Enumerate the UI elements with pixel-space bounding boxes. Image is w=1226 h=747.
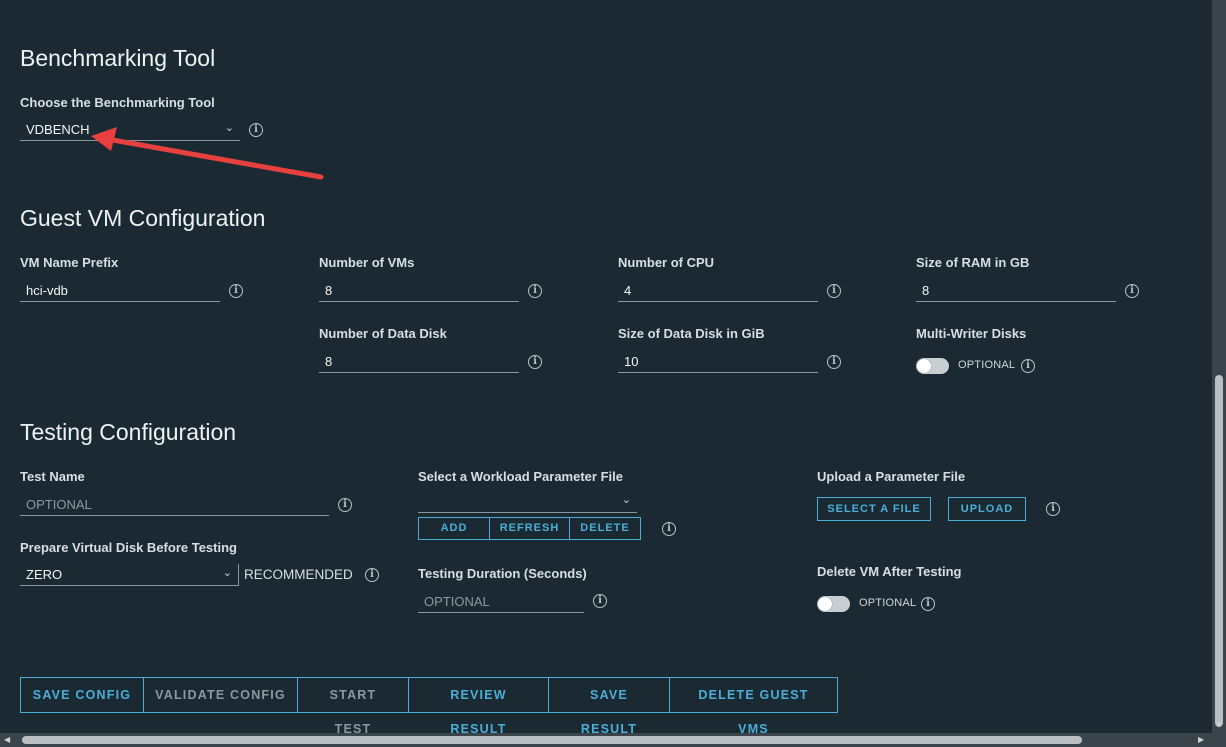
delete-vm-toggle[interactable] bbox=[817, 596, 850, 612]
info-icon[interactable]: i bbox=[593, 594, 607, 608]
review-result-button[interactable]: REVIEW RESULT bbox=[409, 678, 549, 736]
benchmark-tool-value: VDBENCH bbox=[26, 122, 90, 137]
info-icon[interactable]: i bbox=[921, 597, 935, 611]
prepare-disk-value: ZERO bbox=[26, 567, 63, 582]
info-icon[interactable]: i bbox=[1021, 359, 1035, 373]
vm-name-prefix-input[interactable]: hci-vdb bbox=[20, 280, 220, 302]
info-icon[interactable]: i bbox=[365, 568, 379, 582]
upload-button[interactable]: UPLOAD bbox=[948, 497, 1026, 521]
workload-file-select[interactable]: ⌄ bbox=[418, 491, 637, 513]
test-name-label: Test Name bbox=[20, 469, 85, 484]
delete-guest-vms-button[interactable]: DELETE GUEST VMS bbox=[670, 678, 837, 736]
duration-label: Testing Duration (Seconds) bbox=[418, 566, 587, 581]
test-name-input[interactable]: OPTIONAL bbox=[20, 494, 329, 516]
info-icon[interactable]: i bbox=[827, 284, 841, 298]
toggle-knob bbox=[818, 597, 832, 611]
prepare-disk-select[interactable]: ZERO ⌄ bbox=[20, 564, 239, 586]
chevron-down-icon: ⌄ bbox=[621, 494, 631, 506]
num-data-disk-input[interactable]: 8 bbox=[319, 351, 519, 373]
vertical-scroll-thumb[interactable] bbox=[1215, 375, 1223, 727]
workload-file-label: Select a Workload Parameter File bbox=[418, 469, 623, 484]
vm-name-prefix-label: VM Name Prefix bbox=[20, 255, 119, 270]
num-vms-label: Number of VMs bbox=[319, 255, 415, 270]
horizontal-scroll-thumb[interactable] bbox=[22, 736, 1082, 744]
save-config-button[interactable]: SAVE CONFIG bbox=[21, 678, 144, 712]
workload-file-actions: ADD REFRESH DELETE bbox=[418, 517, 641, 540]
info-icon[interactable]: i bbox=[827, 355, 841, 369]
benchmark-heading: Benchmarking Tool bbox=[20, 45, 216, 71]
info-icon[interactable]: i bbox=[338, 498, 352, 512]
num-data-disk-label: Number of Data Disk bbox=[319, 326, 447, 341]
start-test-button[interactable]: START TEST bbox=[298, 678, 409, 736]
validate-config-button[interactable]: VALIDATE CONFIG bbox=[144, 678, 298, 712]
scroll-right-arrow-icon[interactable]: ▶ bbox=[1198, 735, 1204, 744]
horizontal-scrollbar[interactable]: ◀ ▶ bbox=[0, 733, 1226, 747]
annotation-arrow bbox=[91, 127, 324, 180]
info-icon[interactable]: i bbox=[662, 522, 676, 536]
ram-size-input[interactable]: 8 bbox=[916, 280, 1116, 302]
chevron-down-icon: ⌄ bbox=[222, 567, 232, 579]
ram-size-label: Size of RAM in GB bbox=[916, 255, 1030, 270]
data-disk-size-label: Size of Data Disk in GiB bbox=[618, 326, 765, 341]
select-file-button[interactable]: SELECT A FILE bbox=[817, 497, 931, 521]
info-icon[interactable]: i bbox=[1046, 502, 1060, 516]
workload-refresh-button[interactable]: REFRESH bbox=[490, 518, 570, 539]
delete-vm-toggle-label: OPTIONAL bbox=[859, 597, 917, 609]
testing-heading: Testing Configuration bbox=[20, 419, 237, 445]
workload-add-button[interactable]: ADD bbox=[419, 518, 490, 539]
upload-file-label: Upload a Parameter File bbox=[817, 469, 966, 484]
scroll-left-arrow-icon[interactable]: ◀ bbox=[4, 735, 10, 744]
info-icon[interactable]: i bbox=[1125, 284, 1139, 298]
multi-writer-label: Multi-Writer Disks bbox=[916, 326, 1027, 341]
benchmark-tool-label: Choose the Benchmarking Tool bbox=[20, 95, 215, 110]
multi-writer-toggle-label: OPTIONAL bbox=[958, 359, 1016, 371]
multi-writer-toggle[interactable] bbox=[916, 358, 949, 374]
guest-vm-heading: Guest VM Configuration bbox=[20, 205, 266, 231]
prepare-disk-hint: RECOMMENDED bbox=[244, 567, 353, 582]
save-result-button[interactable]: SAVE RESULT bbox=[549, 678, 670, 736]
scroll-down-arrow-icon[interactable]: ▼ bbox=[1215, 720, 1223, 729]
info-icon[interactable]: i bbox=[229, 284, 243, 298]
num-cpu-input[interactable]: 4 bbox=[618, 280, 818, 302]
duration-input[interactable]: OPTIONAL bbox=[418, 591, 584, 613]
delete-vm-label: Delete VM After Testing bbox=[817, 564, 962, 579]
num-vms-input[interactable]: 8 bbox=[319, 280, 519, 302]
workload-delete-button[interactable]: DELETE bbox=[570, 518, 640, 539]
data-disk-size-input[interactable]: 10 bbox=[618, 351, 818, 373]
num-cpu-label: Number of CPU bbox=[618, 255, 715, 270]
info-icon[interactable]: i bbox=[528, 355, 542, 369]
toggle-knob bbox=[917, 359, 931, 373]
info-icon[interactable]: i bbox=[528, 284, 542, 298]
prepare-disk-label: Prepare Virtual Disk Before Testing bbox=[20, 540, 237, 555]
vertical-scrollbar[interactable]: ▼ bbox=[1212, 0, 1226, 733]
action-bar: SAVE CONFIG VALIDATE CONFIG START TEST R… bbox=[20, 677, 838, 736]
